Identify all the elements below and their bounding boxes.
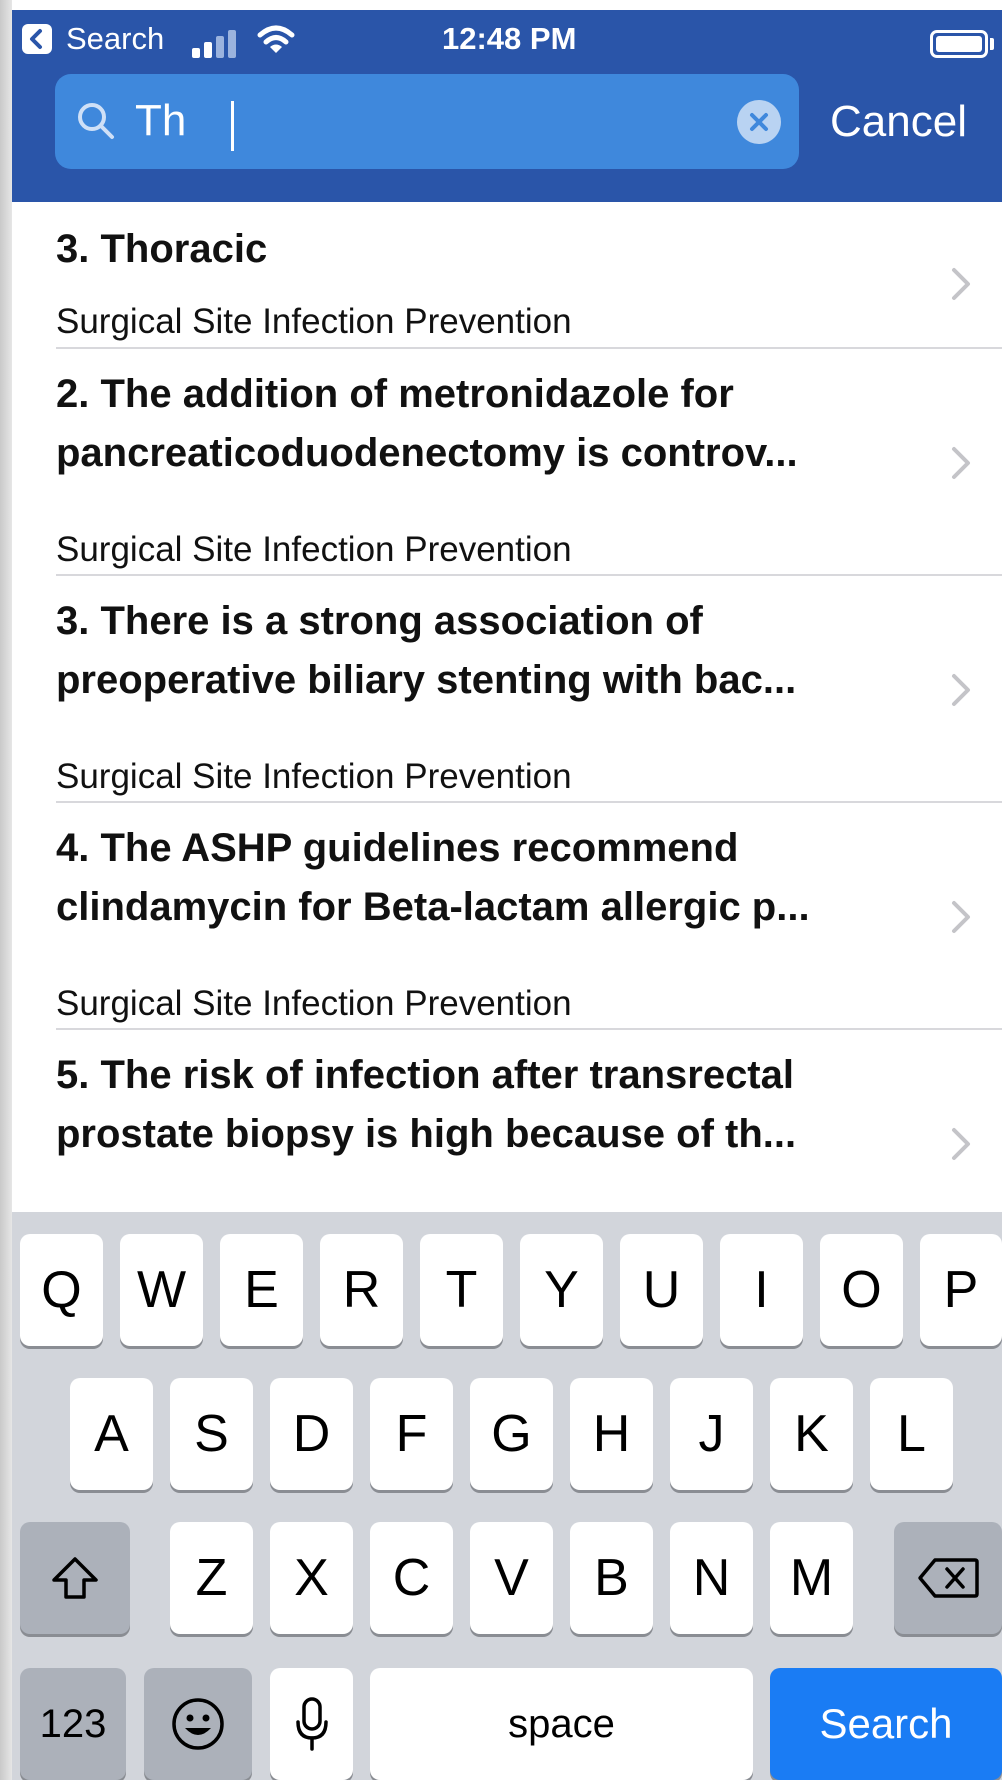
numbers-key[interactable]: 123 [20,1668,126,1780]
emoji-icon [172,1698,224,1750]
result-title: 2. The addition of metronidazole for pan… [56,372,798,475]
key-r[interactable]: R [320,1234,403,1346]
result-subtitle: Surgical Site Infection Prevention [56,302,572,341]
backspace-icon [918,1558,979,1598]
clear-icon [750,113,768,131]
emoji-key[interactable] [144,1668,252,1780]
search-input[interactable] [135,88,715,154]
result-subtitle: Surgical Site Infection Prevention [56,757,572,796]
search-key[interactable]: Search [770,1668,1002,1780]
wifi-icon [257,25,295,53]
chevron-left-icon [30,29,42,49]
battery-cap [990,38,994,50]
key-a[interactable]: A [70,1378,153,1490]
key-k[interactable]: K [770,1378,853,1490]
key-w[interactable]: W [120,1234,203,1346]
search-field[interactable] [55,74,799,169]
key-i[interactable]: I [720,1234,803,1346]
results-list: 3. Thoracic Surgical Site Infection Prev… [12,202,1002,1212]
key-c[interactable]: C [370,1522,453,1634]
result-row[interactable]: 3. Thoracic Surgical Site Infection Prev… [12,202,1002,349]
back-app-label[interactable]: Search [66,20,164,58]
key-j[interactable]: J [670,1378,753,1490]
key-l[interactable]: L [870,1378,953,1490]
result-subtitle: Surgical Site Infection Prevention [56,984,572,1023]
key-y[interactable]: Y [520,1234,603,1346]
result-title: 5. The risk of infection after transrect… [56,1053,797,1156]
dictation-key[interactable] [270,1668,353,1780]
key-o[interactable]: O [820,1234,903,1346]
key-d[interactable]: D [270,1378,353,1490]
key-v[interactable]: V [470,1522,553,1634]
chevron-right-icon [952,268,970,300]
back-to-app-button[interactable] [22,24,52,54]
result-title: 4. The ASHP guidelines recommend clindam… [56,826,810,929]
device-edge [0,0,12,1780]
chevron-right-icon [952,674,970,706]
result-title: 3. There is a strong association of preo… [56,599,797,702]
key-m[interactable]: M [770,1522,853,1634]
cancel-button[interactable]: Cancel [830,98,967,146]
result-title: 3. Thoracic [56,227,268,271]
key-s[interactable]: S [170,1378,253,1490]
key-p[interactable]: P [920,1234,1002,1346]
clear-search-button[interactable] [737,100,781,144]
backspace-key[interactable] [894,1522,1002,1634]
result-row[interactable]: 5. The risk of infection after transrect… [12,1030,1002,1212]
result-subtitle: Surgical Site Infection Prevention [56,530,572,569]
key-x[interactable]: X [270,1522,353,1634]
key-n[interactable]: N [670,1522,753,1634]
cellular-signal-icon [192,28,240,58]
key-f[interactable]: F [370,1378,453,1490]
battery-icon [930,30,988,58]
chevron-right-icon [952,447,970,479]
result-row[interactable]: 3. There is a strong association of preo… [12,576,1002,803]
shift-key[interactable] [20,1522,130,1634]
chevron-right-icon [952,1128,970,1160]
key-u[interactable]: U [620,1234,703,1346]
search-header: Search 12:48 PM Cancel [12,10,1002,202]
chevron-right-icon [952,901,970,933]
key-q[interactable]: Q [20,1234,103,1346]
key-g[interactable]: G [470,1378,553,1490]
text-caret [231,101,234,151]
key-e[interactable]: E [220,1234,303,1346]
key-z[interactable]: Z [170,1522,253,1634]
status-bar: Search 12:48 PM [12,10,1002,70]
space-key[interactable]: space [370,1668,753,1780]
key-h[interactable]: H [570,1378,653,1490]
key-t[interactable]: T [420,1234,503,1346]
shift-icon [52,1557,98,1599]
status-time: 12:48 PM [442,21,577,56]
on-screen-keyboard: Q W E R T Y U I O P A S D F G H J K L Z … [12,1212,1002,1780]
result-row[interactable]: 4. The ASHP guidelines recommend clindam… [12,803,1002,1030]
result-row[interactable]: 2. The addition of metronidazole for pan… [12,349,1002,576]
key-b[interactable]: B [570,1522,653,1634]
search-icon [78,103,114,139]
microphone-icon [295,1697,328,1751]
